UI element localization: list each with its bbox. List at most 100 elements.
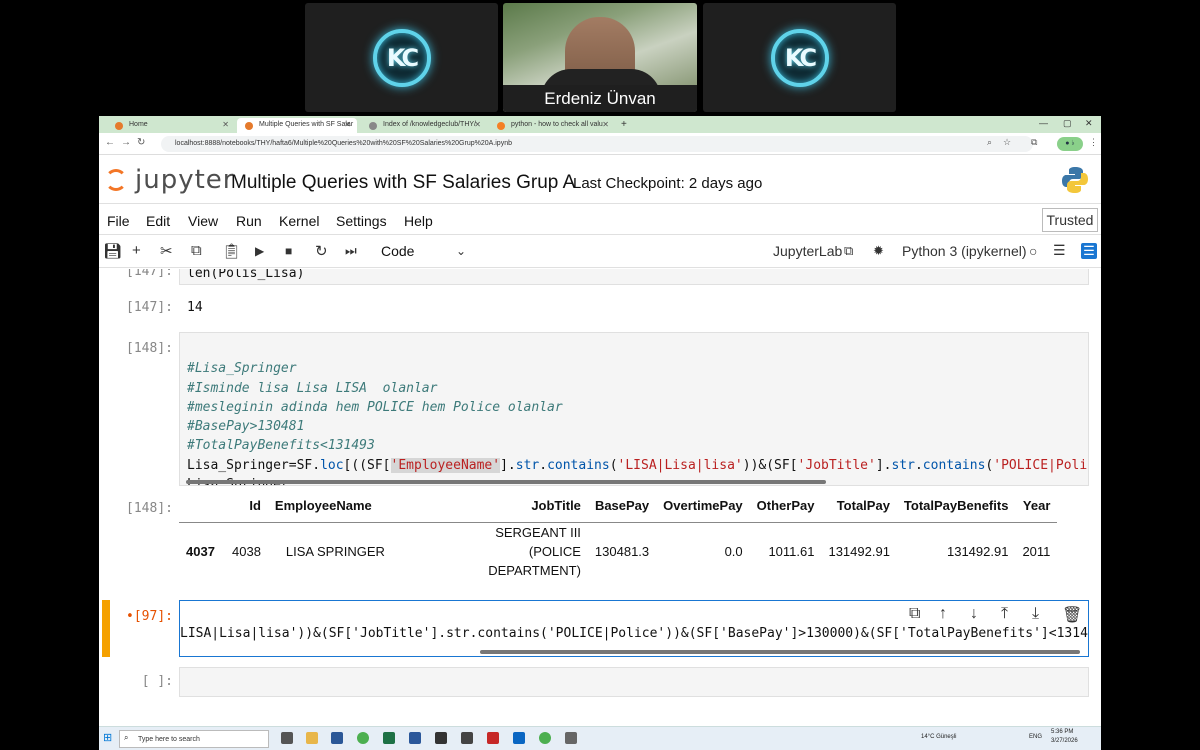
hamburger-menu-icon[interactable]: ☰ [1053,242,1066,259]
delete-cell-icon[interactable]: 🗑︎ [1062,605,1082,625]
insert-above-icon[interactable]: ⤒ [1001,605,1008,623]
windows-taskbar: ⊞ Type here to search ⌕ 14°C Güneşli ENG… [99,726,1101,750]
back-icon[interactable]: ← [105,137,115,148]
trusted-indicator[interactable]: Trusted [1042,208,1098,232]
excel-icon[interactable] [383,732,395,744]
menu-file[interactable]: File [107,213,130,229]
column-header-basepay: BasePay [587,490,657,523]
kc-logo: KC [770,28,829,87]
chrome-icon[interactable] [357,732,369,744]
cut-icon[interactable]: ✂ [160,242,173,260]
cell-147-input[interactable]: len(Polis_Lisa) [179,269,1089,285]
menu-kernel[interactable]: Kernel [279,213,319,229]
browser-menu-icon[interactable]: ⋮ [1089,137,1098,148]
maximize-icon[interactable]: ▢ [1063,118,1072,129]
move-up-icon[interactable]: ↑ [939,605,947,623]
duplicate-cell-icon[interactable]: ⧉ [909,605,920,623]
jupyterlab-link[interactable]: JupyterLab [773,243,842,259]
cell-97-input[interactable]: LISA|Lisa|lisa'))&(SF['JobTitle'].str.co… [179,600,1089,657]
profile-avatar[interactable]: ● ♭ [1057,137,1083,151]
app-icon[interactable] [513,732,525,744]
fast-forward-icon[interactable]: ⏭︎ [345,243,357,259]
clock-time[interactable]: 5:36 PM [1051,729,1073,735]
windows-start-icon[interactable]: ⊞ [103,731,112,744]
browser-tab-home[interactable]: Home ✕ [107,118,235,133]
menu-help[interactable]: Help [404,213,433,229]
bookmark-star-icon[interactable]: ☆ [1003,137,1011,148]
browser-tab-index[interactable]: Index of /knowledgeclub/THY/ ✕ [361,118,487,133]
close-tab-icon[interactable]: ✕ [474,120,481,129]
python-logo-icon [1062,167,1088,193]
tab-bar: Home ✕ Multiple Queries with SF Salar ✕ … [99,116,1101,133]
menu-settings[interactable]: Settings [336,213,387,229]
zoom-icon[interactable]: ⌕ [987,137,992,148]
menu-edit[interactable]: Edit [146,213,170,229]
debugger-bug-icon[interactable]: ✹ [873,243,884,259]
close-window-icon[interactable]: ✕ [1085,118,1093,129]
cell-97-code[interactable]: LISA|Lisa|lisa'))&(SF['JobTitle'].str.co… [180,626,1088,641]
cell-97-scrollbar[interactable] [480,650,1080,654]
stop-icon[interactable]: ■ [285,244,292,258]
menu-run[interactable]: Run [236,213,262,229]
jupyter-wordmark[interactable]: jupyter [135,165,234,195]
kernel-name[interactable]: Python 3 (ipykernel) [902,243,1027,259]
reload-icon[interactable]: ↻ [137,137,145,148]
zoom-app-icon[interactable] [331,732,343,744]
cell-148-scrollbar[interactable] [186,480,826,484]
new-tab-button[interactable]: + [615,116,635,131]
cell-type-select[interactable]: Code [381,243,414,259]
terminal-icon[interactable] [435,732,447,744]
close-tab-icon[interactable]: ✕ [222,120,229,129]
save-icon[interactable]: 💾︎ [103,242,122,260]
cell-148-input[interactable]: #Lisa_Springer #Isminde lisa Lisa LISA o… [179,332,1089,486]
column-header-year: Year [1015,490,1058,523]
participant-tile-left: KC [305,3,498,112]
column-header-otherpay: OtherPay [749,490,822,523]
notebook-title[interactable]: Multiple Queries with SF Salaries Grup A [231,172,575,194]
run-icon[interactable]: ▶ [255,244,264,258]
forward-icon[interactable]: → [121,137,131,148]
dataframe-header-row: Id EmployeeName JobTitle BasePay Overtim… [179,490,1058,523]
file-explorer-icon[interactable] [306,732,318,744]
participant-tile-right: KC [703,3,896,112]
sidebar-toggle-icon[interactable]: ☰ [1081,243,1097,259]
column-header-jobtitle: JobTitle [417,490,588,523]
menu-view[interactable]: View [188,213,218,229]
clock-date[interactable]: 3/27/2026 [1051,738,1078,744]
menu-bar: File Edit View Run Kernel Settings Help … [99,205,1101,235]
table-row: 4037 4038 LISA SPRINGER SERGEANT III (PO… [186,524,1051,578]
browser-tab-notebook[interactable]: Multiple Queries with SF Salar ✕ [237,118,357,133]
external-link-icon[interactable]: ⧉ [844,243,853,259]
url-input[interactable]: localhost:8888/notebooks/THY/hafta6/Mult… [161,136,1033,152]
jupyter-favicon-icon [245,122,253,130]
presenter-video: Erdeniz Ünvan [503,3,697,112]
browser-tab-stackoverflow[interactable]: python - how to check all valu ✕ [489,118,615,133]
search-icon: ⌕ [124,733,129,742]
move-down-icon[interactable]: ↓ [970,605,978,623]
add-cell-icon[interactable]: + [132,242,141,259]
task-view-icon[interactable] [281,732,293,744]
minimize-icon[interactable]: — [1039,118,1048,128]
close-tab-icon[interactable]: ✕ [602,120,609,129]
word-icon[interactable] [409,732,421,744]
restart-icon[interactable]: ↻ [315,242,328,260]
filezilla-icon[interactable] [487,732,499,744]
column-header-overtimepay: OvertimePay [656,490,750,523]
paste-icon[interactable]: 📋︎ [222,242,241,260]
close-tab-icon[interactable]: ✕ [344,120,351,129]
empty-cell-input[interactable] [179,667,1089,697]
column-header-id: Id [225,490,268,523]
taskbar-search-input[interactable]: Type here to search [119,730,269,748]
language-indicator[interactable]: ENG [1029,734,1042,740]
notepad-icon[interactable] [461,732,473,744]
cell-148-input-prompt: [148]: [126,341,173,356]
chevron-down-icon[interactable]: ⌄ [456,244,466,258]
extensions-icon[interactable]: ⧉ [1031,137,1037,148]
chrome-icon[interactable] [539,732,551,744]
jupyter-logo-icon[interactable] [105,165,131,193]
insert-below-icon[interactable]: ⤓ [1032,605,1039,623]
copy-icon[interactable]: ⧉ [191,242,202,259]
weather-status[interactable]: 14°C Güneşli [921,734,956,740]
app-icon[interactable] [565,732,577,744]
notebook-area: [147]: len(Polis_Lisa) [147]: 14 [148]: … [99,269,1101,726]
